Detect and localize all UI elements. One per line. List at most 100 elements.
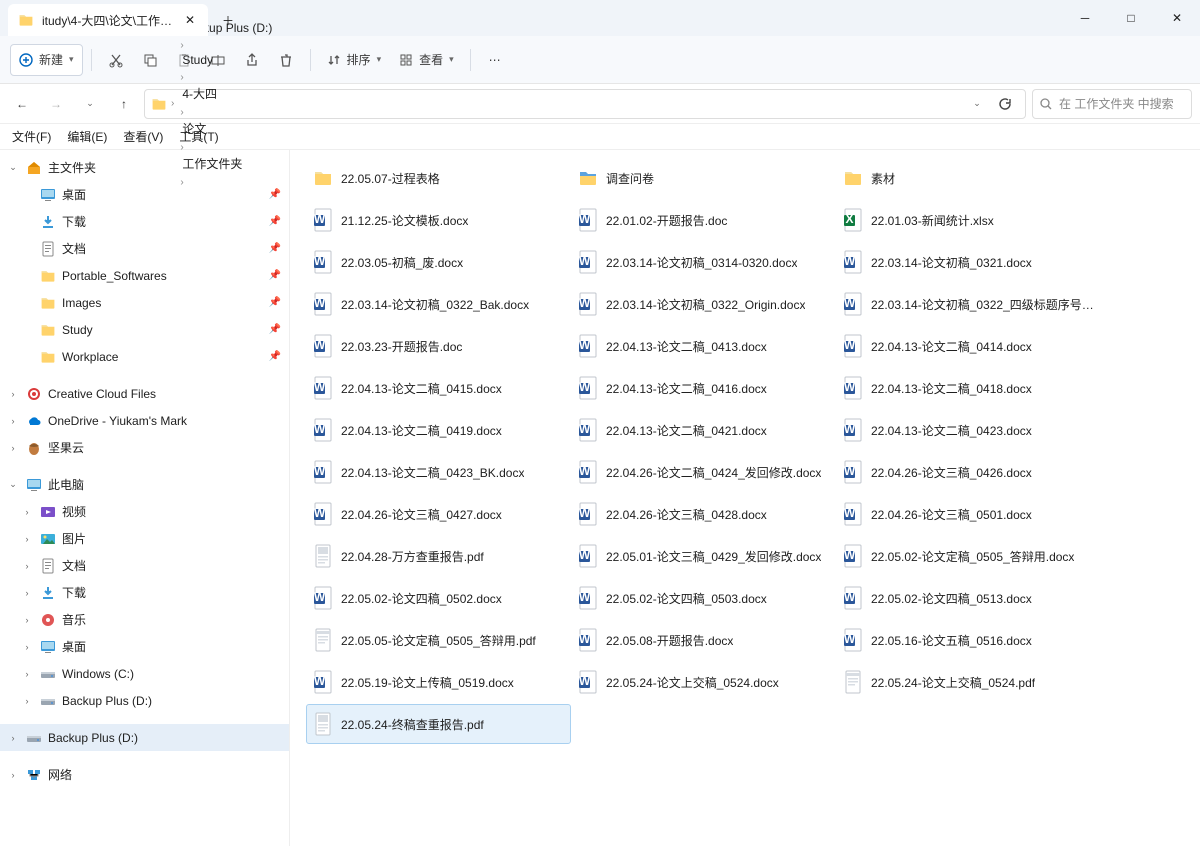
back-button[interactable]: ← <box>8 90 36 118</box>
expand-icon[interactable]: ⌄ <box>6 478 20 492</box>
tree-network[interactable]: ›网络 <box>0 761 289 788</box>
expand-icon[interactable] <box>20 296 34 310</box>
expand-icon[interactable]: › <box>6 731 20 745</box>
file-item[interactable]: 22.03.14-论文初稿_0322_Origin.docx <box>571 284 836 324</box>
file-item[interactable]: 22.05.16-论文五稿_0516.docx <box>836 620 1101 660</box>
sort-button[interactable]: 排序▾ <box>319 44 390 76</box>
new-button[interactable]: 新建▾ <box>10 44 83 76</box>
file-item[interactable]: 22.05.24-终稿查重报告.pdf <box>306 704 571 744</box>
file-item[interactable]: 22.04.13-论文二稿_0414.docx <box>836 326 1101 366</box>
file-item[interactable]: 22.04.13-论文二稿_0419.docx <box>306 410 571 450</box>
file-item[interactable]: 22.05.05-论文定稿_0505_答辩用.pdf <box>306 620 571 660</box>
menu-item[interactable]: 工具(T) <box>173 126 224 147</box>
tree-quick-item[interactable]: 下载📌 <box>0 208 289 235</box>
expand-icon[interactable] <box>20 350 34 364</box>
search-box[interactable]: 在 工作文件夹 中搜索 <box>1032 89 1192 119</box>
file-item[interactable]: 22.05.01-论文三稿_0429_发回修改.docx <box>571 536 836 576</box>
expand-icon[interactable]: › <box>20 559 34 573</box>
recent-button[interactable]: ⌄ <box>76 90 104 118</box>
minimize-button[interactable]: ─ <box>1062 0 1108 36</box>
file-item[interactable]: 22.04.13-论文二稿_0421.docx <box>571 410 836 450</box>
refresh-button[interactable] <box>991 90 1019 118</box>
file-item[interactable]: 22.04.26-论文三稿_0426.docx <box>836 452 1101 492</box>
file-item[interactable]: 22.03.14-论文初稿_0314-0320.docx <box>571 242 836 282</box>
close-window-button[interactable]: ✕ <box>1154 0 1200 36</box>
expand-icon[interactable]: › <box>6 768 20 782</box>
view-button[interactable]: 查看▾ <box>391 44 462 76</box>
expand-icon[interactable]: › <box>20 694 34 708</box>
file-item[interactable]: 22.05.02-论文四稿_0502.docx <box>306 578 571 618</box>
breadcrumb-segment[interactable]: 4-大四 <box>178 83 276 104</box>
file-item[interactable]: 22.04.13-论文二稿_0415.docx <box>306 368 571 408</box>
more-button[interactable]: ⋯ <box>479 44 511 76</box>
file-item[interactable]: 22.03.14-论文初稿_0322_Bak.docx <box>306 284 571 324</box>
file-item[interactable]: 22.05.02-论文四稿_0503.docx <box>571 578 836 618</box>
file-item[interactable]: 调查问卷 <box>571 158 836 198</box>
file-item[interactable]: 素材 <box>836 158 1101 198</box>
file-item[interactable]: 22.04.13-论文二稿_0423.docx <box>836 410 1101 450</box>
file-item[interactable]: 22.05.07-过程表格 <box>306 158 571 198</box>
file-item[interactable]: 22.01.02-开题报告.doc <box>571 200 836 240</box>
tree-pc-item[interactable]: ›Windows (C:) <box>0 660 289 687</box>
menu-item[interactable]: 文件(F) <box>6 126 57 147</box>
tree-pc-item[interactable]: ›Backup Plus (D:) <box>0 687 289 714</box>
tree-pc-item[interactable]: ›文档 <box>0 552 289 579</box>
file-item[interactable]: 21.12.25-论文模板.docx <box>306 200 571 240</box>
tree-pc-item[interactable]: ›图片 <box>0 525 289 552</box>
tree-cloud-item[interactable]: ›Creative Cloud Files <box>0 380 289 407</box>
file-item[interactable]: 22.04.26-论文二稿_0424_发回修改.docx <box>571 452 836 492</box>
file-item[interactable]: 22.03.05-初稿_废.docx <box>306 242 571 282</box>
expand-icon[interactable]: › <box>6 441 20 455</box>
expand-icon[interactable] <box>20 215 34 229</box>
expand-icon[interactable]: › <box>20 640 34 654</box>
file-item[interactable]: 22.03.14-论文初稿_0321.docx <box>836 242 1101 282</box>
file-item[interactable]: 22.04.13-论文二稿_0413.docx <box>571 326 836 366</box>
tree-pc-item[interactable]: ›音乐 <box>0 606 289 633</box>
file-item[interactable]: 22.05.19-论文上传稿_0519.docx <box>306 662 571 702</box>
expand-icon[interactable] <box>20 242 34 256</box>
file-item[interactable]: 22.05.24-论文上交稿_0524.pdf <box>836 662 1101 702</box>
expand-icon[interactable]: › <box>20 667 34 681</box>
file-item[interactable]: 22.04.13-论文二稿_0416.docx <box>571 368 836 408</box>
tree-cloud-item[interactable]: ›OneDrive - Yiukam's Mark <box>0 407 289 434</box>
window-tab[interactable]: itudy\4-大四\论文\工作文件夹 ✕ <box>8 4 208 36</box>
file-item[interactable]: 22.04.13-论文二稿_0423_BK.docx <box>306 452 571 492</box>
breadcrumb[interactable]: › Backup Plus (D:)›Study›4-大四›论文›工作文件夹› … <box>144 89 1026 119</box>
cut-button[interactable] <box>100 44 132 76</box>
expand-icon[interactable]: ⌄ <box>6 161 20 175</box>
copy-button[interactable] <box>134 44 166 76</box>
tree-quick-item[interactable]: Study📌 <box>0 316 289 343</box>
file-item[interactable]: 22.04.26-论文三稿_0427.docx <box>306 494 571 534</box>
tree-quick-item[interactable]: Workplace📌 <box>0 343 289 370</box>
menu-item[interactable]: 编辑(E) <box>61 126 113 147</box>
file-item[interactable]: 22.04.26-论文三稿_0501.docx <box>836 494 1101 534</box>
file-item[interactable]: 22.05.02-论文定稿_0505_答辩用.docx <box>836 536 1101 576</box>
up-button[interactable]: ↑ <box>110 90 138 118</box>
file-item[interactable]: 22.01.03-新闻统计.xlsx <box>836 200 1101 240</box>
tree-pc-item[interactable]: ›视频 <box>0 498 289 525</box>
history-dropdown-button[interactable]: ⌄ <box>963 90 991 118</box>
expand-icon[interactable] <box>20 188 34 202</box>
file-item[interactable]: 22.05.24-论文上交稿_0524.docx <box>571 662 836 702</box>
tree-thispc[interactable]: ⌄此电脑 <box>0 471 289 498</box>
menu-item[interactable]: 查看(V) <box>117 126 169 147</box>
tree-pc-item[interactable]: ›下载 <box>0 579 289 606</box>
tree-pc-item[interactable]: ›桌面 <box>0 633 289 660</box>
expand-icon[interactable]: › <box>20 613 34 627</box>
file-item[interactable]: 22.04.26-论文三稿_0428.docx <box>571 494 836 534</box>
expand-icon[interactable]: › <box>20 532 34 546</box>
forward-button[interactable]: → <box>42 90 70 118</box>
file-item[interactable]: 22.05.08-开题报告.docx <box>571 620 836 660</box>
tree-cloud-item[interactable]: ›坚果云 <box>0 434 289 461</box>
file-item[interactable]: 22.03.23-开题报告.doc <box>306 326 571 366</box>
expand-icon[interactable]: › <box>20 586 34 600</box>
file-item[interactable]: 22.03.14-论文初稿_0322_四级标题序号编... <box>836 284 1101 324</box>
expand-icon[interactable] <box>20 323 34 337</box>
expand-icon[interactable]: › <box>20 505 34 519</box>
close-tab-button[interactable]: ✕ <box>182 12 198 28</box>
file-item[interactable]: 22.05.02-论文四稿_0513.docx <box>836 578 1101 618</box>
expand-icon[interactable]: › <box>6 414 20 428</box>
file-item[interactable]: 22.04.13-论文二稿_0418.docx <box>836 368 1101 408</box>
tree-home[interactable]: ⌄主文件夹 <box>0 154 289 181</box>
expand-icon[interactable]: › <box>6 387 20 401</box>
